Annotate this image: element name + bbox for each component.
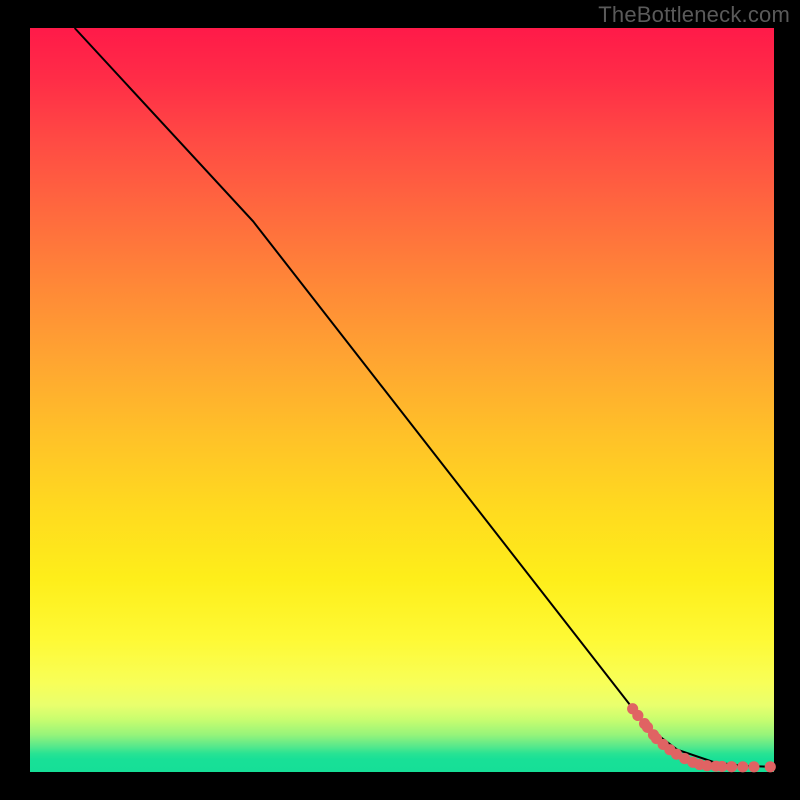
plot-area bbox=[30, 28, 774, 772]
watermark-text: TheBottleneck.com bbox=[598, 2, 790, 28]
chart-stage: TheBottleneck.com bbox=[0, 0, 800, 800]
marker-dots bbox=[627, 703, 776, 772]
chart-overlay bbox=[30, 28, 774, 772]
curve-line bbox=[75, 28, 774, 767]
